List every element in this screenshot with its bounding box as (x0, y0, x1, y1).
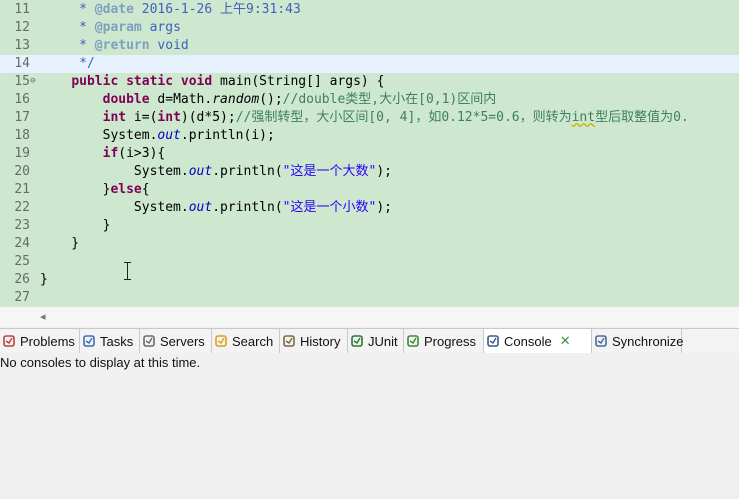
code-line[interactable]: 22 System.out.println("这是一个小数"); (0, 199, 739, 217)
code-text: */ (40, 56, 95, 71)
line-number: 17 (14, 110, 30, 125)
problems-icon (2, 334, 16, 348)
code-text: }else{ (40, 182, 150, 197)
line-number: 20 (14, 164, 30, 179)
line-number: 13 (14, 38, 30, 53)
line-number: 14 (14, 56, 30, 71)
code-line[interactable]: 27 (0, 289, 739, 307)
tab-synchronize[interactable]: Synchronize (592, 329, 684, 353)
code-line[interactable]: 24 } (0, 235, 739, 253)
line-number: 24 (14, 236, 30, 251)
code-text: * @param args (40, 20, 181, 35)
tab-label: JUnit (368, 333, 398, 349)
code-editor[interactable]: 11 * @date 2016-1-26 上午9:31:43 12 * @para… (0, 0, 739, 306)
code-line[interactable]: 13 * @return void (0, 37, 739, 55)
tab-problems[interactable]: Problems (0, 329, 80, 353)
code-text: if(i>3){ (102, 146, 166, 161)
code-line[interactable]: 19 if(i>3){ (0, 145, 739, 163)
code-line[interactable]: 23 } (0, 217, 739, 235)
servers-icon (142, 334, 156, 348)
tab-label: Problems (20, 333, 75, 349)
close-icon[interactable]: ✕ (560, 333, 571, 349)
tab-label: Servers (160, 333, 205, 349)
fold-toggle-icon[interactable]: ⊖ (29, 77, 37, 86)
line-number: 22 (14, 200, 30, 215)
code-text: System.out.println("这是一个大数"); (40, 164, 392, 179)
code-text: System.out.println("这是一个小数"); (40, 200, 392, 215)
code-line[interactable]: 21 }else{ (0, 181, 739, 199)
code-line[interactable]: 16 double d=Math.random();//double类型,大小在… (0, 91, 739, 109)
line-number: 11 (14, 2, 30, 17)
tab-label: Synchronize (612, 333, 684, 349)
code-text: } (40, 236, 80, 251)
horizontal-scrollbar[interactable]: ◂ (0, 306, 739, 327)
line-number: 19 (14, 146, 30, 161)
code-line[interactable]: 20 System.out.println("这是一个大数"); (0, 163, 739, 181)
text-cursor-icon (124, 262, 132, 280)
tab-label: History (300, 333, 341, 349)
line-number: 18 (14, 128, 30, 143)
tab-label: Tasks (100, 333, 134, 349)
tab-search[interactable]: Search (212, 329, 280, 353)
code-text: int i=(int)(d*5);//强制转型，大小区间[0, 4]，如0.12… (102, 110, 689, 125)
tab-history[interactable]: History (280, 329, 348, 353)
tab-label: Search (232, 333, 274, 349)
code-text: } (40, 272, 48, 287)
code-line[interactable]: 26} (0, 271, 739, 289)
tasks-icon (82, 334, 96, 348)
tab-junit[interactable]: JUnit (348, 329, 404, 353)
tab-progress[interactable]: Progress (404, 329, 484, 353)
line-number: 12 (14, 20, 30, 35)
tab-tasks[interactable]: Tasks (80, 329, 140, 353)
line-number: 16 (14, 92, 30, 107)
code-text: * @date 2016-1-26 上午9:31:43 (40, 2, 301, 17)
tab-label: Progress (424, 333, 477, 349)
scroll-left-icon[interactable]: ◂ (40, 310, 46, 323)
synchronize-icon (594, 334, 608, 348)
code-line[interactable]: 18 System.out.println(i); (0, 127, 739, 145)
tab-label: Console (504, 333, 552, 349)
code-line[interactable]: 17 int i=(int)(d*5);//强制转型，大小区间[0, 4]，如0… (0, 109, 739, 127)
code-line[interactable]: 15 ⊖ public static void main(String[] arg… (0, 73, 739, 91)
console-empty-message: No consoles to display at this time. (0, 355, 201, 370)
line-number: 27 (14, 290, 30, 305)
view-tab-bar: Problems Tasks Servers Search History JUnit Pr… (0, 328, 739, 354)
code-line[interactable]: 14 */ (0, 55, 739, 73)
line-number: 26 (14, 272, 30, 287)
line-number: 21 (14, 182, 30, 197)
code-line[interactable]: 12 * @param args (0, 19, 739, 37)
console-view[interactable]: No consoles to display at this time. (0, 353, 739, 499)
junit-icon (350, 334, 364, 348)
code-text: double d=Math.random();//double类型,大小在[0,… (102, 92, 497, 107)
code-text: * @return void (40, 38, 189, 53)
search-icon (214, 334, 228, 348)
tab-servers[interactable]: Servers (140, 329, 212, 353)
code-line[interactable]: 25 (0, 253, 739, 271)
console-icon (486, 334, 500, 348)
line-number: 23 (14, 218, 30, 233)
tab-console[interactable]: Console ✕ (484, 329, 592, 353)
code-text: System.out.println(i); (40, 128, 275, 143)
line-number: 25 (14, 254, 30, 269)
code-text: } (40, 218, 111, 233)
line-number: 15 (14, 74, 30, 89)
history-icon (282, 334, 296, 348)
progress-icon (406, 334, 420, 348)
code-line[interactable]: 11 * @date 2016-1-26 上午9:31:43 (0, 1, 739, 19)
code-text: public static void main(String[] args) { (71, 74, 385, 89)
